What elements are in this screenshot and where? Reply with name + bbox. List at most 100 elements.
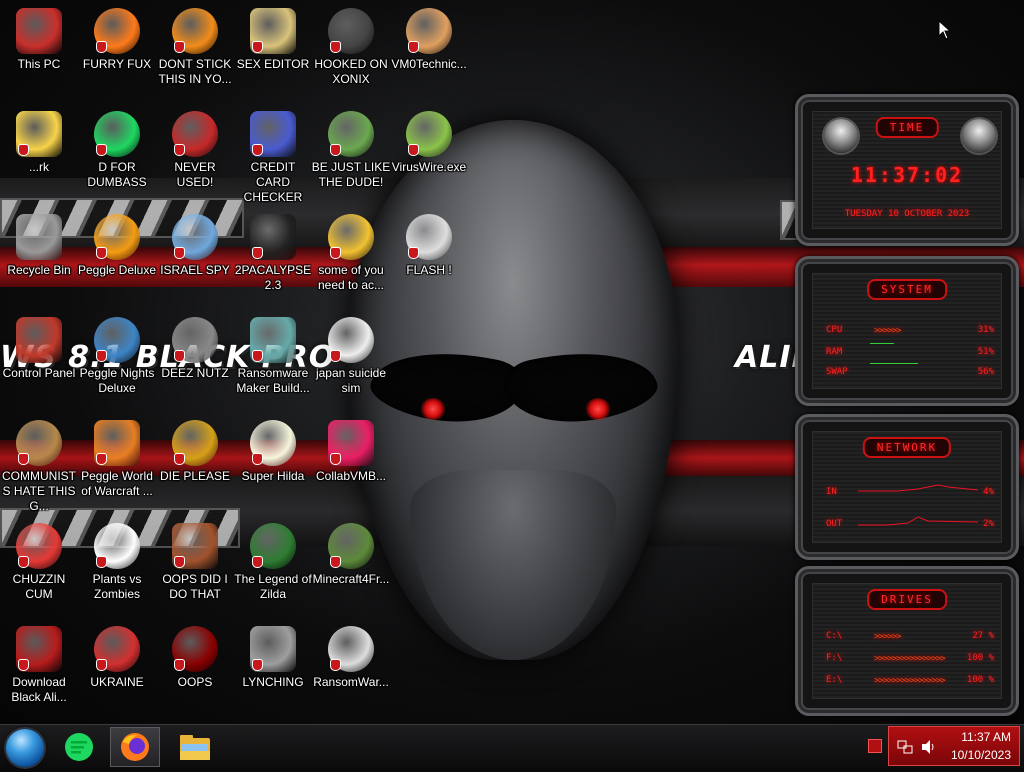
gadget-clock: 11:37:02 [850, 163, 964, 187]
desktop-icon[interactable]: CHUZZIN CUM [0, 517, 79, 602]
taskbar-firefox-button[interactable] [110, 727, 160, 767]
desktop-icon[interactable]: BE JUST LIKE THE DUDE! [311, 105, 391, 190]
desktop-icon[interactable]: Download Black Ali... [0, 620, 79, 705]
desktop-icon-label: The Legend of Zilda [234, 572, 312, 601]
shortcut-shield-icon [175, 454, 184, 464]
taskbar-clock-date[interactable]: 10/10/2023 [951, 748, 1011, 762]
shortcut-shield-icon [175, 557, 184, 567]
shortcut-shield-icon [97, 351, 106, 361]
desktop-icon[interactable]: VM0Technic... [389, 2, 469, 72]
desktop-icon[interactable]: ISRAEL SPY [155, 208, 235, 278]
drives-gadget[interactable]: DRIVES C:\ >>>>>> 27 % F:\ >>>>>>>>>>>>>… [795, 566, 1019, 716]
recycle-bin-icon [16, 214, 62, 260]
desktop-icon[interactable]: OOPS [155, 620, 235, 690]
xonix-icon [328, 8, 374, 54]
desktop-icon[interactable]: Ransomware Maker Build... [233, 311, 313, 396]
desktop-icon-label: OOPS DID I DO THAT [162, 572, 228, 601]
row-label: CPU [826, 325, 843, 335]
desktop-icon[interactable]: Plants vs Zombies [77, 517, 157, 602]
net-out-row: OUT 2% [826, 519, 994, 529]
desktop-icon-label: Peggle World of Warcraft ... [81, 469, 153, 498]
desktop-icon-label: FURRY FUX [82, 57, 152, 71]
drive-bar: >>>>>> [874, 632, 901, 642]
notes-app-icon [65, 733, 93, 761]
row-value: 27 % [972, 631, 994, 641]
volume-icon[interactable] [921, 739, 937, 755]
vlc-icon [172, 8, 218, 54]
desktop-icon[interactable]: UKRAINE [77, 620, 157, 690]
gadget-title: TIME [875, 117, 939, 138]
ram-row: RAM 51% [826, 347, 994, 357]
alien-eye-glow [585, 398, 611, 420]
desktop-icon[interactable]: Minecraft4Fr... [311, 517, 391, 587]
desktop-icon[interactable]: Recycle Bin [0, 208, 79, 278]
desktop-icon-label: CREDIT CARD CHECKER [243, 160, 303, 204]
desktop-icon[interactable]: Super Hilda [233, 414, 313, 484]
desktop-icon-label: BE JUST LIKE THE DUDE! [311, 160, 391, 189]
knot-icon [250, 626, 296, 672]
desktop-icon[interactable]: CREDIT CARD CHECKER [233, 105, 313, 205]
desktop-icon[interactable]: Peggle World of Warcraft ... [77, 414, 157, 499]
terminal-icon [250, 214, 296, 260]
time-gadget[interactable]: TIME 11:37:02 TUESDAY 10 OCTOBER 2023 [795, 94, 1019, 246]
row-label: SWAP [826, 367, 848, 377]
gadget-title: NETWORK [862, 437, 952, 458]
system-gadget[interactable]: SYSTEM CPU >>>>>> 31% RAM 51% SWAP 56% [795, 256, 1019, 406]
desktop-icon[interactable]: FURRY FUX [77, 2, 157, 72]
taskbar-clock-time[interactable]: 11:37 AM [961, 730, 1011, 744]
desktop-icon[interactable]: ...rk [0, 105, 79, 175]
network-gadget[interactable]: NETWORK IN 4% OUT 2% [795, 414, 1019, 560]
firefox-icon [94, 8, 140, 54]
row-value: 100 % [966, 653, 994, 663]
document-icon [328, 317, 374, 363]
row-label: C:\ [826, 631, 843, 641]
desktop-icon[interactable]: 2PACALYPSE 2.3 [233, 208, 313, 293]
shortcut-shield-icon [19, 660, 28, 670]
taskbar-explorer-button[interactable] [170, 727, 220, 767]
desktop-icon[interactable]: D FOR DUMBASS [77, 105, 157, 190]
desktop-icon[interactable]: japan suicide sim [311, 311, 391, 396]
desktop-icon[interactable]: Control Panel [0, 311, 79, 381]
shortcut-shield-icon [331, 145, 340, 155]
desktop-icon-label: Minecraft4Fr... [312, 572, 390, 586]
desktop-icon-label: DONT STICK THIS IN YO... [158, 57, 232, 86]
shortcut-shield-icon [331, 557, 340, 567]
drive-bar: >>>>>>>>>>>>>>>> [874, 654, 946, 664]
taskbar-notes-button[interactable] [54, 727, 104, 767]
desktop-icon[interactable]: The Legend of Zilda [233, 517, 313, 602]
shortcut-shield-icon [331, 248, 340, 258]
desktop-icon[interactable]: VirusWire.exe [389, 105, 469, 175]
desktop-icon[interactable]: RansomWar... [311, 620, 391, 690]
desktop-icon[interactable]: LYNCHING [233, 620, 313, 690]
alien-eye-glow [420, 398, 446, 420]
notification-area[interactable]: 11:37 AM 10/10/2023 [888, 726, 1020, 766]
desktop-icon[interactable]: Peggle Deluxe [77, 208, 157, 278]
desktop-icon-label: Peggle Deluxe [77, 263, 157, 277]
desktop-icon[interactable]: DIE PLEASE [155, 414, 235, 484]
desktop-icon[interactable]: CollabVMB... [311, 414, 391, 484]
desktop-icon[interactable]: DONT STICK THIS IN YO... [155, 2, 235, 87]
desktop-icon[interactable]: OOPS DID I DO THAT [155, 517, 235, 602]
spotify-icon [94, 111, 140, 157]
desktop-icon[interactable]: This PC [0, 2, 79, 72]
desktop-icon[interactable]: HOOKED ON XONIX [311, 2, 391, 87]
desktop-icon[interactable]: SEX EDITOR [233, 2, 313, 72]
desktop-icon[interactable]: FLASH ! [389, 208, 469, 278]
start-button[interactable] [6, 729, 44, 767]
shortcut-shield-icon [175, 248, 184, 258]
tray-overflow-icon[interactable] [868, 739, 882, 753]
alien-logo-icon [962, 119, 996, 153]
gadget-title: SYSTEM [867, 279, 947, 300]
desktop-icon[interactable]: DEEZ NUTZ [155, 311, 235, 381]
desktop-icon-label: VirusWire.exe [391, 160, 467, 174]
desktop-icon[interactable]: some of you need to ac... [311, 208, 391, 293]
desktop-icon[interactable]: Peggle Nights Deluxe [77, 311, 157, 396]
shortcut-shield-icon [175, 42, 184, 52]
desktop-icon[interactable]: COMMUNISTS HATE THIS G... [0, 414, 79, 514]
row-value: 2% [983, 519, 994, 529]
desktop-icon[interactable]: NEVER USED! [155, 105, 235, 190]
desktop-icon-label: COMMUNISTS HATE THIS G... [2, 469, 76, 513]
elf-icon [328, 111, 374, 157]
network-icon[interactable] [897, 739, 913, 755]
limewire-icon [406, 111, 452, 157]
